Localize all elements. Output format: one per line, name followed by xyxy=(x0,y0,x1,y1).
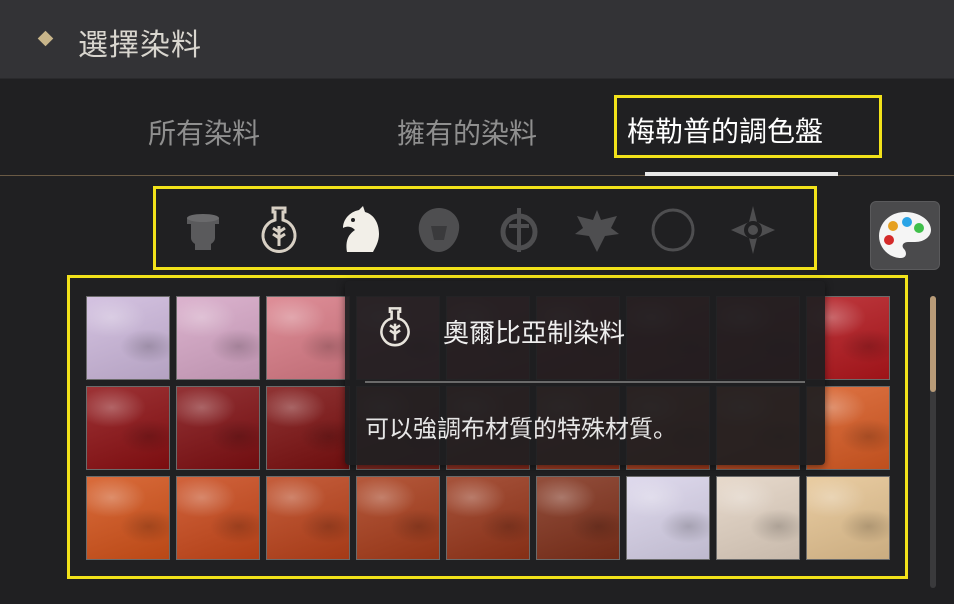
dye-swatch[interactable] xyxy=(86,386,170,470)
dye-select-header: 選擇染料 xyxy=(0,0,954,79)
dye-swatch[interactable] xyxy=(176,386,260,470)
orbe-flask-icon xyxy=(373,305,417,349)
dye-swatch[interactable] xyxy=(806,476,890,560)
dye-swatch[interactable] xyxy=(176,476,260,560)
star-eye-icon[interactable] xyxy=(727,204,779,256)
eagle-crest-icon[interactable] xyxy=(571,204,623,256)
dye-swatch[interactable] xyxy=(266,476,350,560)
scrollbar-thumb[interactable] xyxy=(930,296,936,392)
orbe-flask-icon[interactable] xyxy=(253,204,305,256)
dye-tooltip: 奧爾比亞制染料 可以強調布材質的特殊材質。 xyxy=(345,281,825,465)
dye-swatch[interactable] xyxy=(266,386,350,470)
dye-category-row xyxy=(155,186,815,268)
tab-merchant-palette[interactable]: 梅勒普的調色盤 xyxy=(627,110,823,150)
palette-icon xyxy=(879,212,931,258)
tab-all-dyes[interactable]: 所有染料 xyxy=(148,112,260,152)
dye-swatch[interactable] xyxy=(266,296,350,380)
dye-swatch[interactable] xyxy=(86,296,170,380)
horse-head-icon[interactable] xyxy=(333,204,385,256)
tooltip-title: 奧爾比亞制染料 xyxy=(443,319,626,349)
dye-swatch[interactable] xyxy=(716,476,800,560)
dye-swatch[interactable] xyxy=(536,476,620,560)
crescent-moon-icon[interactable] xyxy=(647,204,699,256)
panel-title: 選擇染料 xyxy=(78,28,202,63)
pot-icon[interactable] xyxy=(177,204,229,256)
dye-swatch[interactable] xyxy=(176,296,260,380)
selected-tab-underline xyxy=(645,172,838,176)
dye-swatch[interactable] xyxy=(86,476,170,560)
tooltip-description: 可以強調布材質的特殊材質。 xyxy=(365,415,677,443)
lion-head-icon[interactable] xyxy=(413,204,465,256)
dye-swatch[interactable] xyxy=(446,476,530,560)
tooltip-divider xyxy=(365,381,805,383)
palette-button[interactable] xyxy=(870,201,940,270)
sun-sword-icon[interactable] xyxy=(493,204,545,256)
dye-swatch[interactable] xyxy=(356,476,440,560)
diamond-icon xyxy=(37,30,54,47)
dye-swatch[interactable] xyxy=(626,476,710,560)
tab-owned-dyes[interactable]: 擁有的染料 xyxy=(397,112,537,152)
dye-tabs: 所有染料 擁有的染料 梅勒普的調色盤 xyxy=(0,90,954,176)
